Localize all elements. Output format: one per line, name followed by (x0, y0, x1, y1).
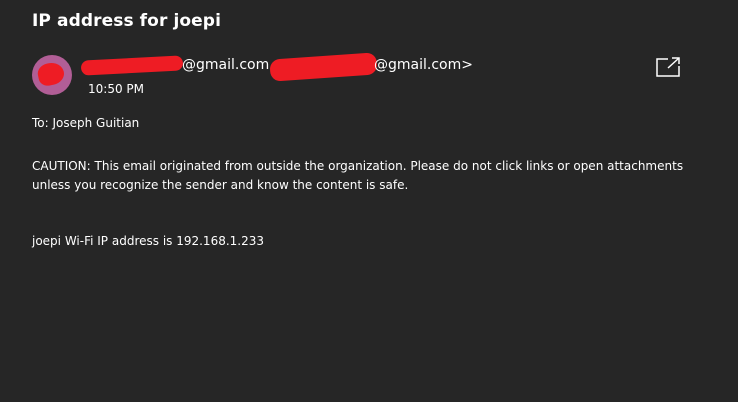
email-body: joepi Wi-Fi IP address is 192.168.1.233 (32, 234, 265, 248)
email-reading-pane: IP address for joepi @gmail.com @gmail.c… (0, 0, 738, 402)
sender-display-email: @gmail.com (182, 57, 270, 73)
sender-address-redaction (269, 52, 378, 82)
email-timestamp: 10:50 PM (88, 82, 144, 96)
sender-name-redaction (80, 55, 184, 76)
sender-avatar[interactable] (32, 55, 72, 95)
sender-address: @gmail.com> (374, 57, 473, 73)
recipient-line: To: Joseph Guitian (32, 116, 140, 130)
avatar-redaction (35, 60, 67, 88)
email-subject: IP address for joepi (32, 11, 221, 31)
external-sender-warning: CAUTION: This email originated from outs… (32, 159, 684, 192)
open-in-new-window-icon[interactable] (655, 56, 681, 78)
